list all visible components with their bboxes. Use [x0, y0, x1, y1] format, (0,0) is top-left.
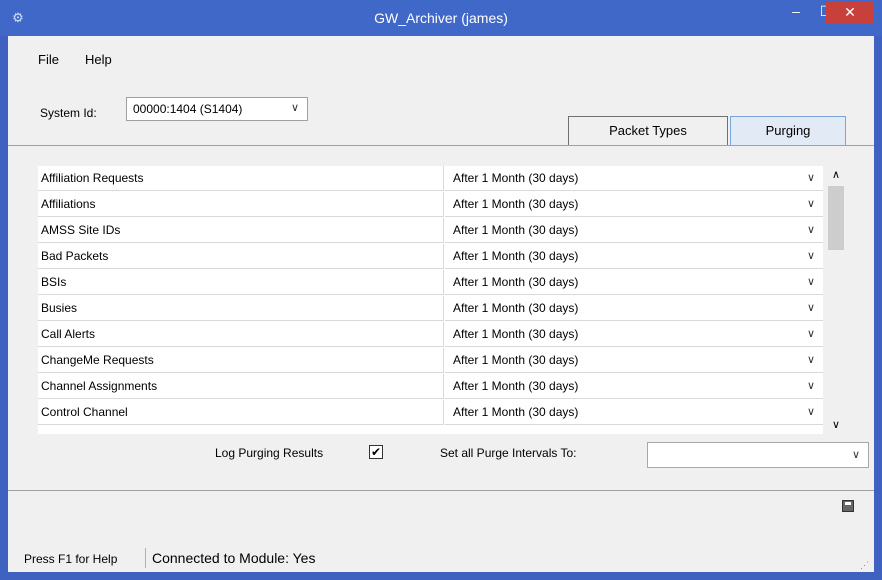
status-help-text: Press F1 for Help: [24, 552, 118, 566]
table-row: Affiliation Requests After 1 Month (30 d…: [38, 166, 823, 192]
table-row: Busies After 1 Month (30 days) ∨: [38, 296, 823, 322]
chevron-down-icon: ∨: [806, 250, 815, 262]
table-row: ChangeMe Requests After 1 Month (30 days…: [38, 348, 823, 374]
table-row: AMSS Site IDs After 1 Month (30 days) ∨: [38, 218, 823, 244]
chevron-down-icon: ∨: [806, 328, 815, 340]
packet-type-name: Affiliation Requests: [38, 166, 444, 191]
table-row: Call Alerts After 1 Month (30 days) ∨: [38, 322, 823, 348]
save-icon[interactable]: [842, 500, 854, 512]
chevron-down-icon: ∨: [806, 354, 815, 366]
table-row: Channel Assignments After 1 Month (30 da…: [38, 374, 823, 400]
chevron-down-icon: ∨: [851, 449, 860, 461]
packet-type-name: AMSS Site IDs: [38, 218, 444, 243]
packet-type-name: Affiliations: [38, 192, 444, 217]
packet-type-name: Call Alerts: [38, 322, 444, 347]
system-id-label: System Id:: [40, 106, 97, 120]
packet-type-name: ChangeMe Requests: [38, 348, 444, 373]
chevron-down-icon: ∨: [806, 406, 815, 418]
purge-interval-select[interactable]: After 1 Month (30 days) ∨: [445, 218, 823, 243]
log-purging-checkbox[interactable]: ✔: [369, 445, 383, 459]
close-button[interactable]: ✕: [826, 1, 874, 23]
packet-type-name: BSIs: [38, 270, 444, 295]
purge-interval-select[interactable]: After 1 Month (30 days) ∨: [445, 244, 823, 269]
status-bar: Press F1 for Help Connected to Module: Y…: [8, 544, 874, 572]
title-bar[interactable]: ⚙ GW_Archiver (james) – ☐ ✕: [0, 0, 882, 36]
purging-panel: Affiliation Requests After 1 Month (30 d…: [8, 146, 874, 490]
purge-interval-select[interactable]: After 1 Month (30 days) ∨: [445, 348, 823, 373]
menu-file[interactable]: File: [38, 52, 59, 67]
purge-interval-select[interactable]: After 1 Month (30 days) ∨: [445, 322, 823, 347]
scroll-down-icon[interactable]: ∨: [825, 416, 847, 434]
grid-scrollbar[interactable]: ∧ ∨: [825, 166, 847, 434]
status-connection: Connected to Module: Yes: [152, 550, 316, 566]
purge-interval-value: After 1 Month (30 days): [453, 379, 579, 393]
bottom-divider: [8, 490, 874, 491]
status-separator: [145, 548, 146, 568]
purge-interval-value: After 1 Month (30 days): [453, 301, 579, 315]
purge-interval-select[interactable]: After 1 Month (30 days) ∨: [445, 374, 823, 399]
purge-interval-select[interactable]: After 1 Month (30 days) ∨: [445, 192, 823, 217]
table-row: Affiliations After 1 Month (30 days) ∨: [38, 192, 823, 218]
minimize-button[interactable]: –: [782, 0, 810, 22]
packet-type-name: Channel Assignments: [38, 374, 444, 399]
menu-bar: File Help: [8, 36, 874, 67]
menu-help[interactable]: Help: [85, 52, 112, 67]
purge-interval-value: After 1 Month (30 days): [453, 197, 579, 211]
log-purging-label: Log Purging Results: [215, 446, 324, 460]
purge-interval-value: After 1 Month (30 days): [453, 353, 579, 367]
scroll-thumb[interactable]: [828, 186, 844, 250]
packet-type-name: Bad Packets: [38, 244, 444, 269]
save-icon-slot: [845, 502, 851, 505]
purge-interval-value: After 1 Month (30 days): [453, 249, 579, 263]
tab-packet-types[interactable]: Packet Types: [568, 116, 728, 146]
system-id-value: 00000:1404 (S1404): [133, 102, 243, 116]
chevron-down-icon: ∨: [806, 224, 815, 236]
window-title: GW_Archiver (james): [374, 10, 508, 26]
chevron-down-icon: ∨: [806, 198, 815, 210]
system-id-select[interactable]: 00000:1404 (S1404) ∨: [126, 97, 308, 121]
main-window: ⚙ GW_Archiver (james) – ☐ ✕ File Help Sy…: [0, 0, 882, 580]
table-row: Control Channel After 1 Month (30 days) ∨: [38, 400, 823, 426]
chevron-down-icon: ∨: [806, 380, 815, 392]
purge-interval-value: After 1 Month (30 days): [453, 171, 579, 185]
packet-type-name: Control Channel: [38, 400, 444, 425]
purge-interval-select[interactable]: After 1 Month (30 days) ∨: [445, 270, 823, 295]
set-all-label: Set all Purge Intervals To:: [440, 446, 577, 460]
purge-interval-value: After 1 Month (30 days): [453, 327, 579, 341]
tab-purging[interactable]: Purging: [730, 116, 846, 146]
purge-interval-value: After 1 Month (30 days): [453, 275, 579, 289]
chevron-down-icon: ∨: [806, 172, 815, 184]
purge-interval-value: After 1 Month (30 days): [453, 405, 579, 419]
packet-type-name: Busies: [38, 296, 444, 321]
table-row: Bad Packets After 1 Month (30 days) ∨: [38, 244, 823, 270]
set-all-intervals-select[interactable]: ∨: [647, 442, 869, 468]
purge-interval-select[interactable]: After 1 Month (30 days) ∨: [445, 166, 823, 191]
chevron-down-icon: ∨: [806, 276, 815, 288]
chevron-down-icon: ∨: [290, 102, 299, 114]
purge-interval-select[interactable]: After 1 Month (30 days) ∨: [445, 400, 823, 425]
table-row: BSIs After 1 Month (30 days) ∨: [38, 270, 823, 296]
resize-grip-icon[interactable]: ⋰: [860, 560, 869, 571]
purge-interval-value: After 1 Month (30 days): [453, 223, 579, 237]
scroll-up-icon[interactable]: ∧: [825, 166, 847, 184]
client-area: File Help System Id: 00000:1404 (S1404) …: [8, 36, 874, 572]
purge-grid: Affiliation Requests After 1 Month (30 d…: [38, 166, 823, 434]
chevron-down-icon: ∨: [806, 302, 815, 314]
purge-interval-select[interactable]: After 1 Month (30 days) ∨: [445, 296, 823, 321]
